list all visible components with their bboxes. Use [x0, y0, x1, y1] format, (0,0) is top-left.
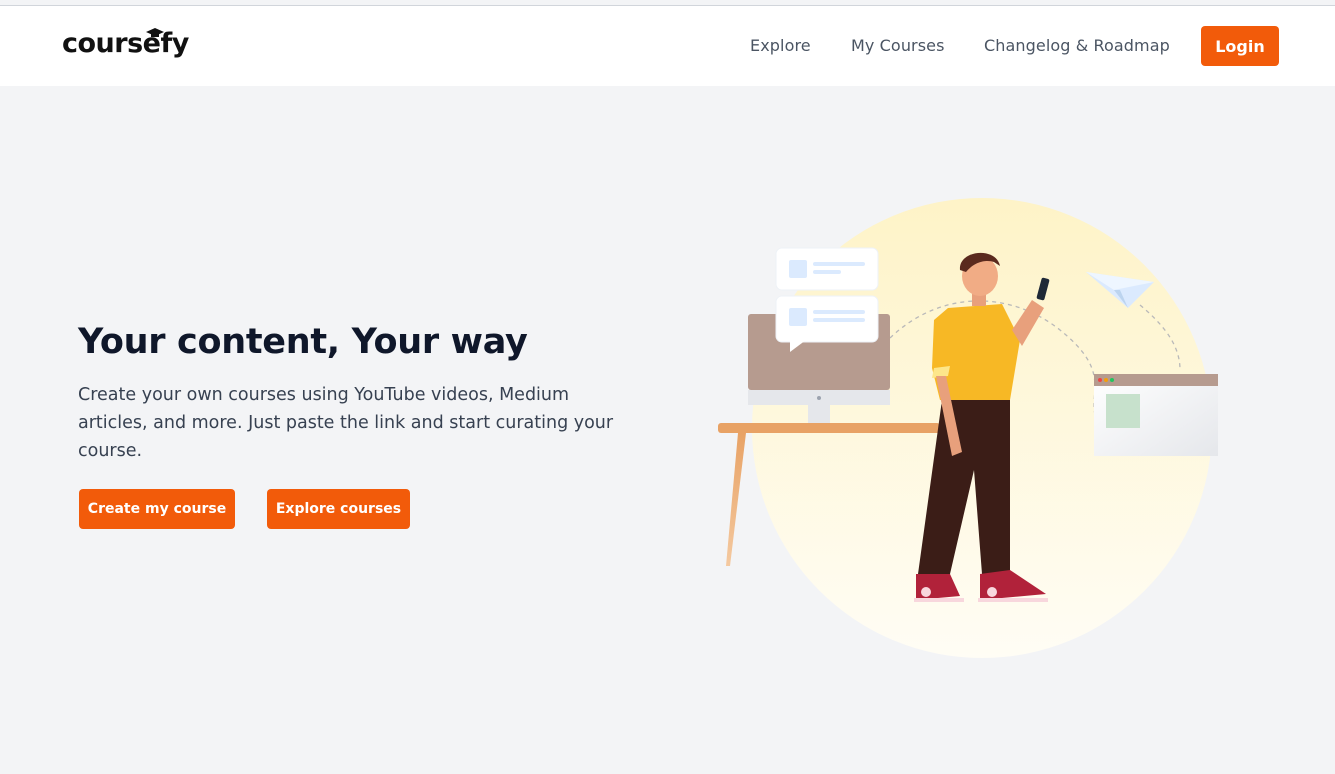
chat-bubble-top — [775, 247, 879, 291]
login-button[interactable]: Login — [1201, 26, 1279, 66]
browser-window-illustration — [1094, 374, 1218, 456]
hero-illustration — [718, 198, 1218, 658]
nav-changelog-roadmap[interactable]: Changelog & Roadmap — [984, 36, 1170, 55]
nav-explore[interactable]: Explore — [750, 36, 811, 55]
explore-courses-button[interactable]: Explore courses — [267, 489, 410, 529]
hero-title: Your content, Your way — [78, 322, 528, 362]
nav-my-courses[interactable]: My Courses — [851, 36, 945, 55]
create-my-course-button[interactable]: Create my course — [79, 489, 235, 529]
hero-subtitle: Create your own courses using YouTube vi… — [78, 385, 614, 461]
graduation-cap-icon — [146, 28, 164, 37]
navbar: coursefy Explore My Courses Changelog & … — [0, 6, 1335, 86]
logo[interactable]: coursefy — [62, 28, 189, 59]
